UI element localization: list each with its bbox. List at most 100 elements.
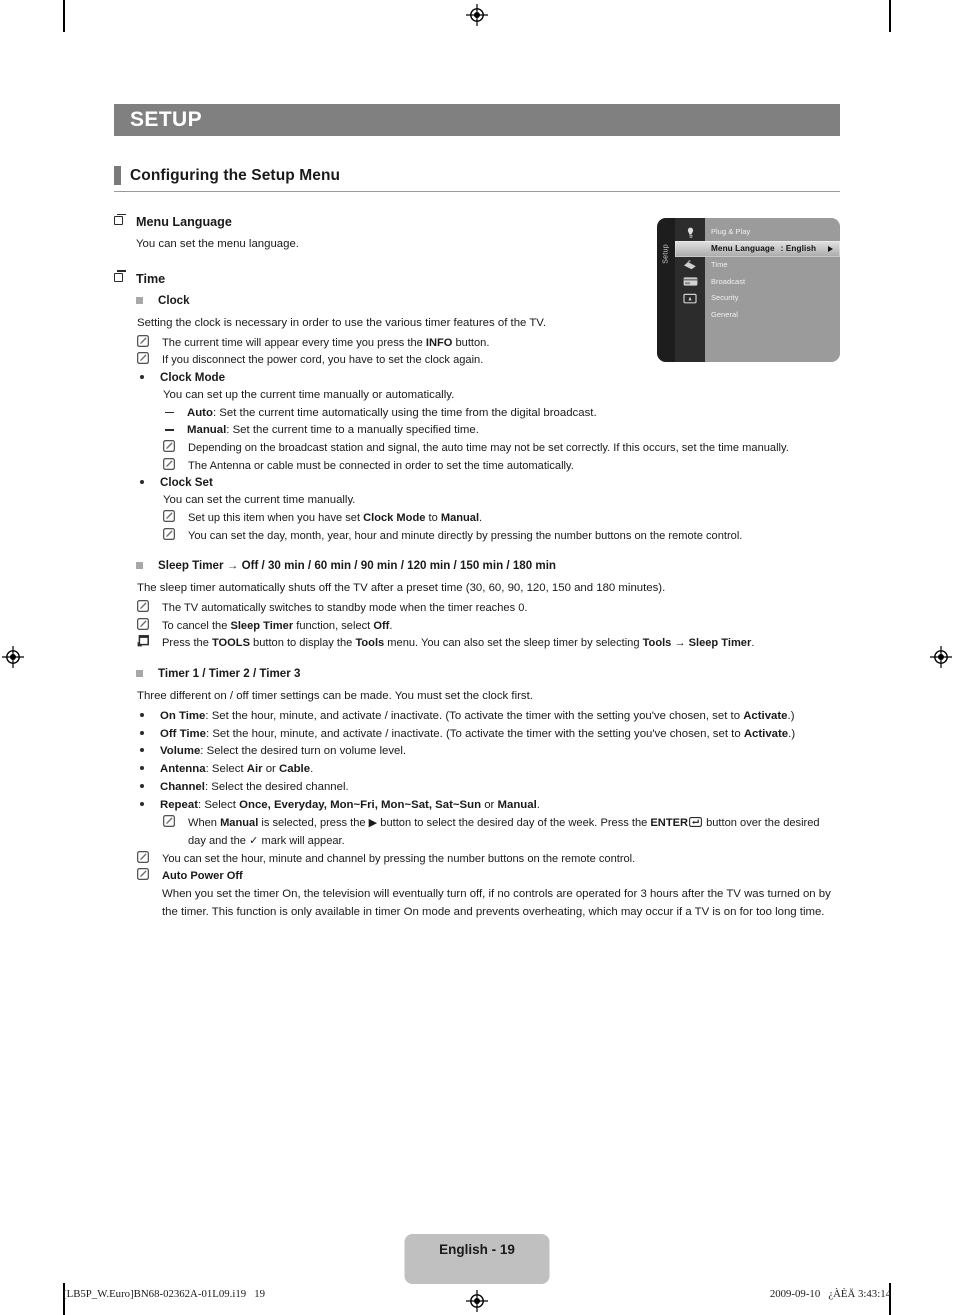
footer-timestamp: 2009-09-10 ¿ÀÈÄ 3:43:14 <box>769 1288 891 1300</box>
footer-file-info: [LB5P_W.Euro]BN68-02362A-01L09.i19 19 <box>63 1288 266 1300</box>
note-clock-mode-antenna: The Antenna or cable must be connected i… <box>163 457 840 476</box>
note-timer-numbers: You can set the hour, minute and channel… <box>137 850 840 869</box>
note-clock-set-numbers: You can set the day, month, year, hour a… <box>163 527 840 546</box>
clock-mode-body: You can set up the current time manually… <box>163 388 455 401</box>
note-pencil-icon <box>163 510 188 524</box>
tv-osd-screenshot: Setup Plug & Play Menu Language: Englis… <box>657 218 840 362</box>
item-text: Channel: Select the desired channel. <box>160 780 349 793</box>
section-title: Configuring the Setup Menu <box>130 166 341 184</box>
timer-item-off-time: Off Time: Set the hour, minute, and acti… <box>137 726 840 744</box>
timer-item-repeat: Repeat: Select Once, Everyday, Mon~Fri, … <box>137 797 840 815</box>
heading-sleep-timer: Sleep Timer → Off / 30 min / 60 min / 90… <box>136 558 840 574</box>
security-lock-icon <box>675 290 705 307</box>
note-pencil-icon <box>137 868 162 882</box>
osd-item-label: Security <box>711 293 739 302</box>
chapter-title: SETUP <box>130 108 203 131</box>
osd-item-label: Plug & Play <box>711 227 751 236</box>
note-pencil-icon <box>137 850 162 865</box>
osd-item-menu-language[interactable]: Menu Language : English <box>675 240 840 257</box>
note-pencil-icon <box>163 814 188 829</box>
plug-and-play-icon <box>675 224 705 241</box>
item-text: Off Time: Set the hour, minute, and acti… <box>160 727 796 740</box>
dot-bullet-icon <box>137 370 160 384</box>
timer-item-on-time: On Time: Set the hour, minute, and activ… <box>137 708 840 726</box>
osd-item-security[interactable]: Security <box>705 290 840 307</box>
note-sleep-tools: Press the TOOLS button to display the To… <box>137 635 840 653</box>
osd-rail-label: Setup <box>662 244 670 264</box>
heading-text: Time <box>136 271 166 286</box>
osd-item-label: General <box>711 309 738 319</box>
dot-bullet-icon <box>137 726 160 740</box>
crop-mark-top-right <box>889 0 891 32</box>
registration-mark-left <box>2 646 24 668</box>
osd-item-plug-and-play[interactable]: Plug & Play <box>705 224 840 241</box>
note-text: The Antenna or cable must be connected i… <box>188 459 574 472</box>
dot-bullet-icon <box>137 708 160 722</box>
note-text: If you disconnect the power cord, you ha… <box>162 354 484 367</box>
item-text: Volume: Select the desired turn on volum… <box>160 745 407 758</box>
timer-item-volume: Volume: Select the desired turn on volum… <box>137 743 840 761</box>
hollow-square-bullet-icon <box>114 270 136 286</box>
checkmark-icon: ✓ <box>249 835 259 848</box>
dot-bullet-icon <box>137 797 160 811</box>
heading-timers: Timer 1 / Timer 2 / Timer 3 <box>136 666 840 682</box>
osd-left-rail: Setup <box>657 218 675 362</box>
grey-square-bullet-icon <box>136 666 158 680</box>
heading-text: Sleep Timer → Off / 30 min / 60 min / 90… <box>158 559 556 573</box>
crop-mark-top-left <box>63 0 65 32</box>
section-accent-bar <box>114 166 121 185</box>
note-pencil-icon <box>137 617 162 632</box>
registration-mark-bottom <box>466 1290 488 1312</box>
sleep-timer-body: The sleep timer automatically shuts off … <box>137 582 666 595</box>
chevron-right-icon <box>828 245 833 252</box>
dash-bullet-icon <box>163 405 187 419</box>
section-header: Configuring the Setup Menu <box>114 166 840 192</box>
note-text: Depending on the broadcast station and s… <box>188 442 789 455</box>
heading-text: Clock Set <box>160 476 213 490</box>
heading-text: Auto Power Off <box>162 870 243 883</box>
heading-text: Clock <box>158 293 190 307</box>
osd-item-label: Time <box>711 260 728 269</box>
item-text: Manual: Set the current time to a manual… <box>187 424 479 437</box>
clock-set-body: You can set the current time manually. <box>163 494 356 507</box>
note-sleep-cancel: To cancel the Sleep Timer function, sele… <box>137 617 840 636</box>
item-text: Antenna: Select Air or Cable. <box>160 763 314 776</box>
note-text: The current time will appear every time … <box>162 336 490 349</box>
heading-clock-mode: Clock Mode <box>137 370 840 386</box>
item-text: Auto: Set the current time automatically… <box>187 406 597 419</box>
dot-bullet-icon <box>137 779 160 793</box>
note-text: When Manual is selected, press the ▶ but… <box>188 816 820 848</box>
item-text: Repeat: Select Once, Everyday, Mon~Fri, … <box>160 798 540 811</box>
arrow-right-glyph-icon: ▶ <box>368 816 378 829</box>
note-text: You can set the day, month, year, hour a… <box>188 529 743 542</box>
enter-key-icon <box>689 816 702 834</box>
note-pencil-icon <box>137 600 162 614</box>
note-clock-mode-broadcast: Depending on the broadcast station and s… <box>163 440 840 458</box>
page-number-badge: English - 19 <box>404 1234 550 1284</box>
osd-menu-list: Plug & Play Menu Language : English Time… <box>675 218 840 362</box>
page-content: SETUP Configuring the Setup Menu Setup P… <box>114 104 840 921</box>
note-repeat-manual: When Manual is selected, press the ▶ but… <box>163 814 840 851</box>
note-pencil-icon <box>163 457 188 472</box>
osd-item-general[interactable]: General <box>705 307 840 324</box>
osd-item-broadcast[interactable]: Broadcast <box>705 274 840 291</box>
dot-bullet-icon <box>137 743 160 757</box>
tools-icon <box>137 635 162 649</box>
heading-text: Menu Language <box>136 215 232 229</box>
item-text: On Time: Set the hour, minute, and activ… <box>160 709 795 722</box>
clock-mode-auto: Auto: Set the current time automatically… <box>163 405 840 423</box>
note-auto-power-off-heading: Auto Power Off <box>137 868 840 886</box>
registration-mark-top <box>466 4 488 26</box>
dash-bullet-icon <box>163 422 187 436</box>
note-text: To cancel the Sleep Timer function, sele… <box>162 619 393 632</box>
auto-power-off-body: When you set the timer On, the televisio… <box>162 887 831 918</box>
grey-square-bullet-icon <box>136 558 158 572</box>
registration-mark-right <box>930 646 952 668</box>
note-sleep-standby: The TV automatically switches to standby… <box>137 600 840 618</box>
note-pencil-icon <box>137 352 162 366</box>
page-number-label: English - 19 <box>439 1241 515 1257</box>
broadcast-card-icon <box>675 274 705 291</box>
heading-text: Timer 1 / Timer 2 / Timer 3 <box>158 666 301 680</box>
osd-item-time[interactable]: Time <box>705 257 840 274</box>
note-text: The TV automatically switches to standby… <box>162 602 528 615</box>
